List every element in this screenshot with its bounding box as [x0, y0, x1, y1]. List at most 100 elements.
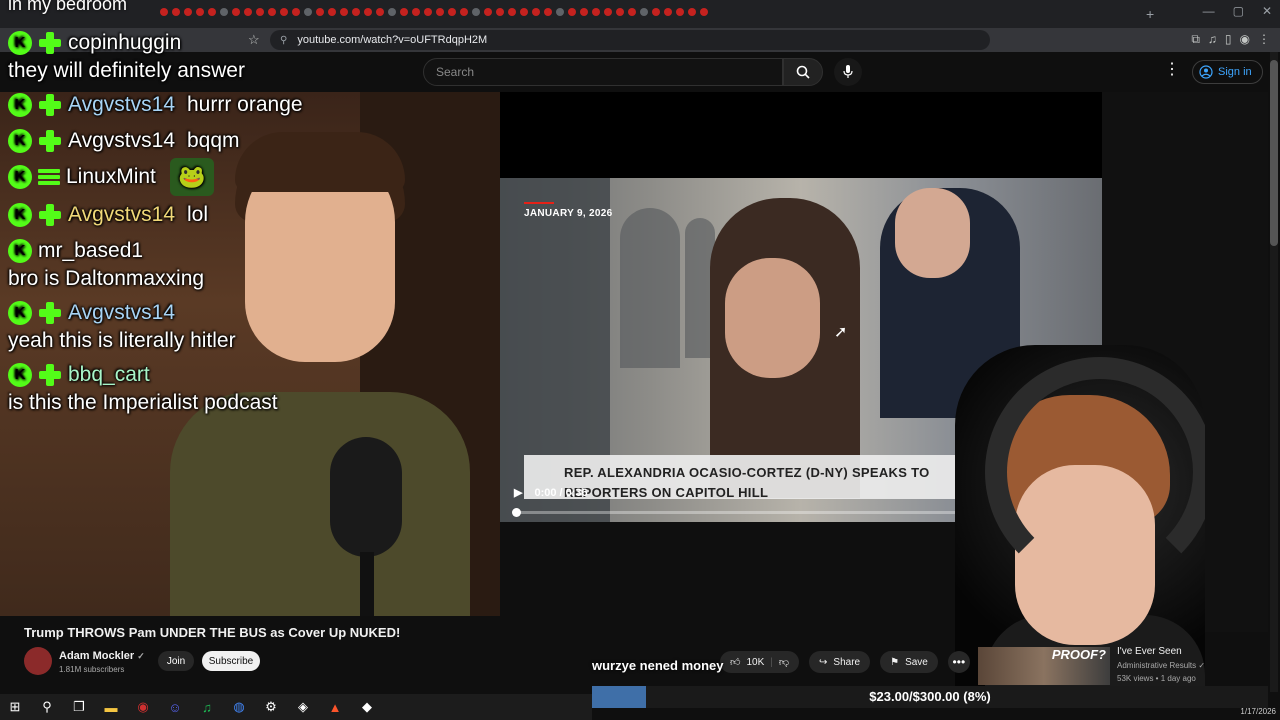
- browser-tab[interactable]: [544, 8, 552, 16]
- browser-tab[interactable]: [244, 8, 252, 16]
- browser-tab[interactable]: [172, 8, 180, 16]
- tab-list[interactable]: [160, 8, 708, 16]
- browser-tab[interactable]: [700, 8, 708, 16]
- new-tab-button[interactable]: +: [1146, 6, 1154, 22]
- browser-tab[interactable]: [412, 8, 420, 16]
- browser-tab[interactable]: [496, 8, 504, 16]
- browser-tab[interactable]: [604, 8, 612, 16]
- search-button[interactable]: [783, 58, 823, 86]
- obs-icon[interactable]: ◉: [134, 698, 152, 716]
- recommended-channel[interactable]: Administrative Results ✓: [1117, 661, 1205, 670]
- save-button[interactable]: ⚑ Save: [880, 651, 938, 673]
- browser-tab[interactable]: [436, 8, 444, 16]
- chat-username[interactable]: bbq_cart: [68, 362, 150, 388]
- progress-scrubber[interactable]: [512, 508, 521, 517]
- extension-icon[interactable]: ⧉: [1191, 32, 1200, 47]
- browser-tab[interactable]: [520, 8, 528, 16]
- browser-tab[interactable]: [688, 8, 696, 16]
- recommended-title[interactable]: I've Ever Seen: [1117, 646, 1182, 657]
- search-icon[interactable]: ⚲: [38, 698, 56, 716]
- search-input[interactable]: [424, 59, 782, 85]
- browser-tab[interactable]: [568, 8, 576, 16]
- browser-tab[interactable]: [508, 8, 516, 16]
- browser-tab[interactable]: [316, 8, 324, 16]
- media-icon[interactable]: ♫: [1208, 32, 1217, 47]
- browser-tab[interactable]: [268, 8, 276, 16]
- browser-tab[interactable]: [208, 8, 216, 16]
- minimize-button[interactable]: —: [1203, 4, 1215, 18]
- browser-tab[interactable]: [472, 8, 480, 16]
- browser-tab[interactable]: [460, 8, 468, 16]
- browser-tab[interactable]: [484, 8, 492, 16]
- chat-username[interactable]: mr_based1: [38, 238, 143, 264]
- profile-icon[interactable]: ◉: [1240, 32, 1250, 47]
- task-view-icon[interactable]: ❐: [70, 698, 88, 716]
- browser-tab[interactable]: [400, 8, 408, 16]
- file-explorer-icon[interactable]: ▬: [102, 698, 120, 716]
- browser-tab[interactable]: [184, 8, 192, 16]
- browser-tab[interactable]: [196, 8, 204, 16]
- browser-tab[interactable]: [640, 8, 648, 16]
- browser-tab[interactable]: [448, 8, 456, 16]
- browser-tab[interactable]: [232, 8, 240, 16]
- browser-tab[interactable]: [676, 8, 684, 16]
- sign-in-button[interactable]: Sign in: [1192, 60, 1263, 84]
- chat-username[interactable]: Avgvstvs14: [68, 202, 175, 228]
- subscribe-button[interactable]: Subscribe: [202, 651, 260, 671]
- maximize-button[interactable]: ▢: [1233, 4, 1244, 18]
- chat-username[interactable]: Avgvstvs14: [68, 128, 175, 154]
- browser-menu-icon[interactable]: ⋮: [1258, 32, 1270, 47]
- browser-tab[interactable]: [532, 8, 540, 16]
- dislike-icon[interactable]: 👎︎: [779, 656, 789, 668]
- chat-username[interactable]: LinuxMint: [66, 164, 156, 190]
- close-button[interactable]: ✕: [1262, 4, 1272, 18]
- settings-menu-icon[interactable]: ⋮: [1164, 62, 1180, 78]
- share-button[interactable]: ↪ Share: [809, 651, 871, 673]
- browser-tab[interactable]: [628, 8, 636, 16]
- chat-username[interactable]: Avgvstvs14: [68, 92, 175, 118]
- browser-tab[interactable]: [292, 8, 300, 16]
- browser-tab[interactable]: [592, 8, 600, 16]
- browser-tab[interactable]: [580, 8, 588, 16]
- browser-tab[interactable]: [340, 8, 348, 16]
- channel-name-text[interactable]: Adam Mockler: [59, 650, 134, 662]
- recommended-thumbnail[interactable]: PROOF?: [978, 647, 1110, 685]
- voice-search-button[interactable]: [834, 58, 862, 86]
- browser-tab[interactable]: [304, 8, 312, 16]
- browser-tab[interactable]: [616, 8, 624, 16]
- browser-tab[interactable]: [652, 8, 660, 16]
- browser-tab[interactable]: [328, 8, 336, 16]
- browser-tab[interactable]: [352, 8, 360, 16]
- channel-avatar[interactable]: [24, 647, 52, 675]
- browser-tab[interactable]: [376, 8, 384, 16]
- spotify-icon[interactable]: ♫: [198, 698, 216, 716]
- brave-icon[interactable]: ▲: [326, 698, 344, 716]
- recommended-channel-text[interactable]: Administrative Results: [1117, 661, 1196, 670]
- app-icon[interactable]: ◈: [294, 698, 312, 716]
- browser-tab[interactable]: [556, 8, 564, 16]
- chrome-icon[interactable]: ◍: [230, 698, 248, 716]
- app2-icon[interactable]: ◆: [358, 698, 376, 716]
- channel-name[interactable]: Adam Mockler ✓: [59, 650, 145, 662]
- recommended-meta: 53K views • 1 day ago: [1117, 674, 1196, 683]
- sidebar-icon[interactable]: ▯: [1225, 32, 1232, 47]
- more-actions-button[interactable]: •••: [947, 651, 970, 673]
- windows-icon[interactable]: ⊞: [6, 698, 24, 716]
- browser-tab[interactable]: [664, 8, 672, 16]
- steam-icon[interactable]: ⚙: [262, 698, 280, 716]
- like-count[interactable]: 10K: [746, 657, 764, 668]
- play-icon[interactable]: ▶: [514, 486, 522, 499]
- browser-tab[interactable]: [388, 8, 396, 16]
- browser-tab[interactable]: [364, 8, 372, 16]
- browser-tab[interactable]: [424, 8, 432, 16]
- chat-username[interactable]: copinhuggin: [68, 30, 181, 56]
- like-icon[interactable]: 👍︎: [730, 656, 740, 668]
- discord-icon[interactable]: ☺: [166, 698, 184, 716]
- chat-username[interactable]: Avgvstvs14: [68, 300, 175, 326]
- scrollbar-thumb[interactable]: [1270, 60, 1278, 246]
- browser-tab[interactable]: [280, 8, 288, 16]
- browser-tab[interactable]: [220, 8, 228, 16]
- join-button[interactable]: Join: [158, 651, 194, 671]
- browser-tab[interactable]: [256, 8, 264, 16]
- browser-tab[interactable]: [160, 8, 168, 16]
